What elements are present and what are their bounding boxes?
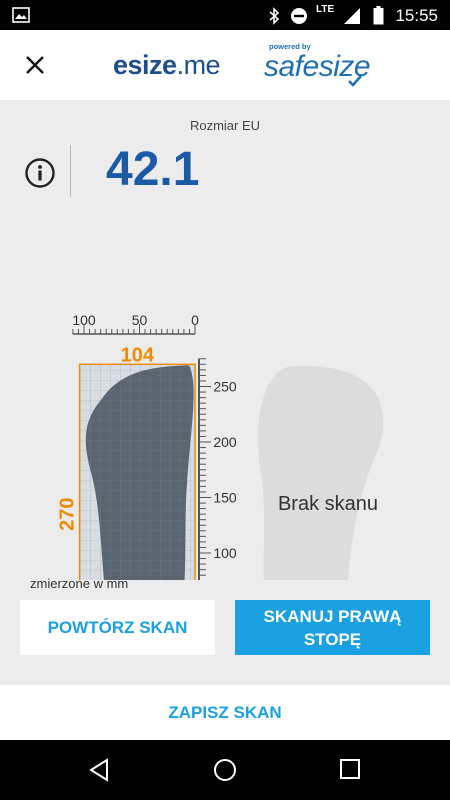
right-foot-placeholder — [257, 365, 384, 580]
do-not-disturb-icon — [291, 8, 307, 24]
foot-length-label: 270 — [57, 497, 79, 530]
size-value: 42.1 — [106, 143, 200, 196]
x-tick-label: 0 — [191, 312, 199, 328]
status-bar: LTE 15:55 — [0, 0, 450, 30]
x-tick-label: 100 — [72, 312, 96, 328]
close-icon[interactable] — [18, 48, 52, 82]
y-tick-label: 100 — [213, 545, 237, 561]
status-time: 15:55 — [395, 6, 438, 25]
size-label: Rozmiar EU — [189, 118, 261, 133]
home-icon[interactable] — [213, 758, 237, 782]
info-icon[interactable] — [24, 157, 56, 189]
app-header: esize.me powered by safesize — [0, 30, 450, 100]
y-axis: 250200150100500 — [198, 358, 237, 580]
lte-icon: LTE — [316, 4, 335, 15]
navigation-bar — [0, 740, 450, 800]
save-bar: ZAPISZ SKAN — [0, 685, 450, 740]
bluetooth-icon — [269, 7, 280, 25]
y-tick-label: 150 — [213, 490, 237, 506]
back-icon[interactable] — [88, 758, 110, 782]
no-scan-label: Brak skanu — [278, 493, 378, 515]
foot-measurement-chart: 100 50 0 250 200 150 100 50 0 104 270 Brak skan… — [57, 312, 384, 580]
unit-note: zmierzone w mm — [30, 576, 129, 591]
checkmark-icon — [348, 75, 362, 87]
brand-suffix: .me — [176, 50, 221, 80]
y-tick-label: 250 — [213, 379, 237, 395]
x-axis: 100 50 0 — [72, 312, 199, 335]
scan-result-panel: Rozmiar EU 42.1 100 50 0 250 200 150 100 50 0 — [0, 100, 450, 685]
save-scan-button[interactable]: ZAPISZ SKAN — [0, 685, 450, 740]
esize-logo: esize.me — [113, 50, 221, 81]
signal-icon — [344, 8, 360, 24]
y-tick-label: 200 — [213, 434, 237, 450]
rescan-button[interactable]: POWTÓRZ SKAN — [20, 600, 215, 655]
size-divider — [70, 145, 71, 197]
brand-main: esize — [113, 50, 177, 80]
foot-width-label: 104 — [121, 344, 155, 366]
image-icon — [12, 7, 30, 23]
x-tick-label: 50 — [132, 312, 148, 328]
battery-icon — [373, 6, 384, 25]
scan-right-foot-button[interactable]: SKANUJ PRAWĄ STOPĘ — [235, 600, 430, 655]
recents-icon[interactable] — [339, 758, 361, 780]
